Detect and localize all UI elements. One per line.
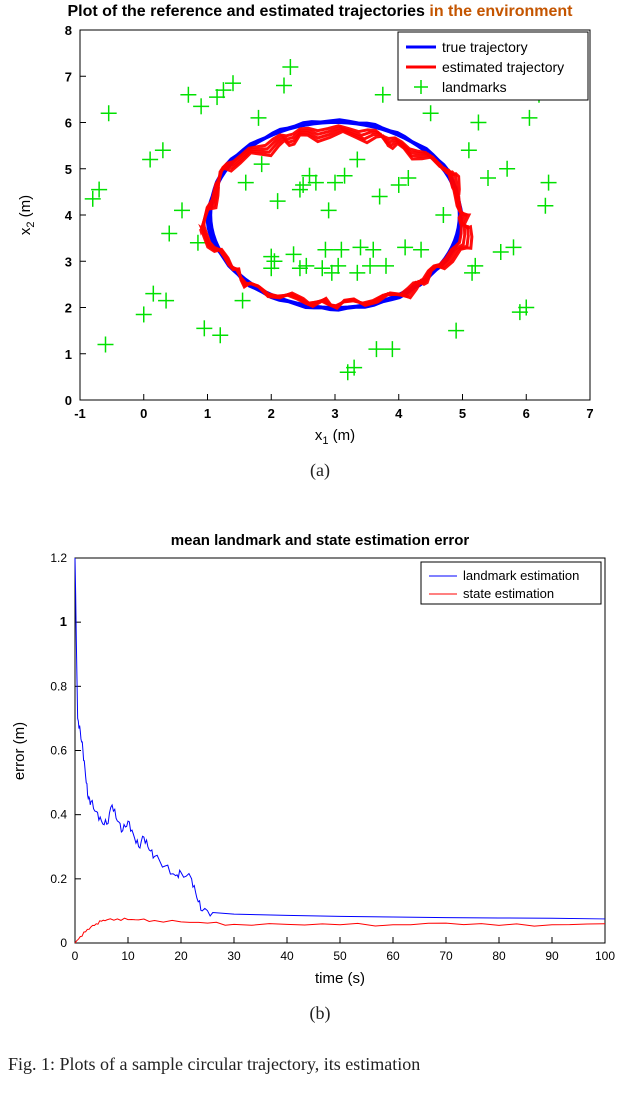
spacer [0, 481, 640, 523]
svg-text:30: 30 [227, 949, 241, 963]
svg-text:20: 20 [174, 949, 188, 963]
svg-text:8: 8 [65, 23, 72, 38]
svg-text:60: 60 [386, 949, 400, 963]
svg-text:3: 3 [331, 406, 338, 421]
svg-text:1.2: 1.2 [50, 551, 67, 565]
svg-text:0.6: 0.6 [50, 744, 67, 758]
svg-text:10: 10 [121, 949, 135, 963]
svg-text:0.8: 0.8 [50, 679, 67, 693]
svg-text:landmarks: landmarks [442, 79, 507, 95]
subcaption-b: (b) [0, 1003, 640, 1024]
svg-text:0: 0 [140, 406, 147, 421]
ylabel-a: x2 (m) [17, 195, 37, 235]
svg-text:7: 7 [65, 69, 72, 84]
svg-text:4: 4 [65, 208, 73, 223]
svg-text:5: 5 [65, 162, 72, 177]
svg-text:100: 100 [595, 949, 615, 963]
svg-text:-1: -1 [74, 406, 86, 421]
xlabel-b: time (s) [315, 970, 365, 987]
svg-text:0: 0 [72, 949, 79, 963]
subcaption-a: (a) [0, 460, 640, 481]
svg-text:6: 6 [523, 406, 530, 421]
legend-b: landmark estimation state estimation [421, 562, 601, 604]
svg-text:1: 1 [65, 347, 72, 362]
svg-text:7: 7 [586, 406, 593, 421]
svg-text:1: 1 [60, 614, 67, 629]
svg-text:state estimation: state estimation [463, 586, 554, 601]
svg-text:0.4: 0.4 [50, 808, 67, 822]
svg-text:80: 80 [492, 949, 506, 963]
svg-text:3: 3 [65, 254, 72, 269]
chart-a-title: Plot of the reference and estimated traj… [67, 3, 573, 20]
svg-text:4: 4 [395, 406, 403, 421]
figure-caption: Fig. 1: Plots of a sample circular traje… [0, 1054, 640, 1075]
chart-b: mean landmark and state estimation error… [0, 523, 640, 1024]
ylabel-b: error (m) [11, 722, 28, 780]
svg-text:50: 50 [333, 949, 347, 963]
svg-text:2: 2 [65, 301, 72, 316]
chart-b-svg: mean landmark and state estimation error… [0, 523, 640, 1003]
svg-text:70: 70 [439, 949, 453, 963]
xlabel-a: x1 (m) [315, 427, 355, 447]
chart-a: Plot of the reference and estimated traj… [0, 0, 640, 481]
spacer2 [0, 1024, 640, 1054]
legend-a: true trajectory estimated trajectory landm… [398, 32, 588, 100]
svg-text:5: 5 [459, 406, 466, 421]
svg-text:landmark estimation: landmark estimation [463, 568, 579, 583]
svg-text:90: 90 [545, 949, 559, 963]
svg-text:estimated trajectory: estimated trajectory [442, 59, 564, 75]
plot-area-b [75, 558, 605, 943]
svg-text:0.2: 0.2 [50, 872, 67, 886]
svg-text:1: 1 [204, 406, 211, 421]
svg-text:40: 40 [280, 949, 294, 963]
chart-b-title: mean landmark and state estimation error [171, 532, 470, 549]
svg-text:0: 0 [65, 393, 72, 408]
page: Plot of the reference and estimated traj… [0, 0, 640, 1114]
svg-text:6: 6 [65, 116, 72, 131]
svg-text:0: 0 [60, 936, 67, 950]
chart-a-svg: Plot of the reference and estimated traj… [0, 0, 640, 460]
svg-text:true trajectory: true trajectory [442, 39, 528, 55]
svg-text:2: 2 [268, 406, 275, 421]
